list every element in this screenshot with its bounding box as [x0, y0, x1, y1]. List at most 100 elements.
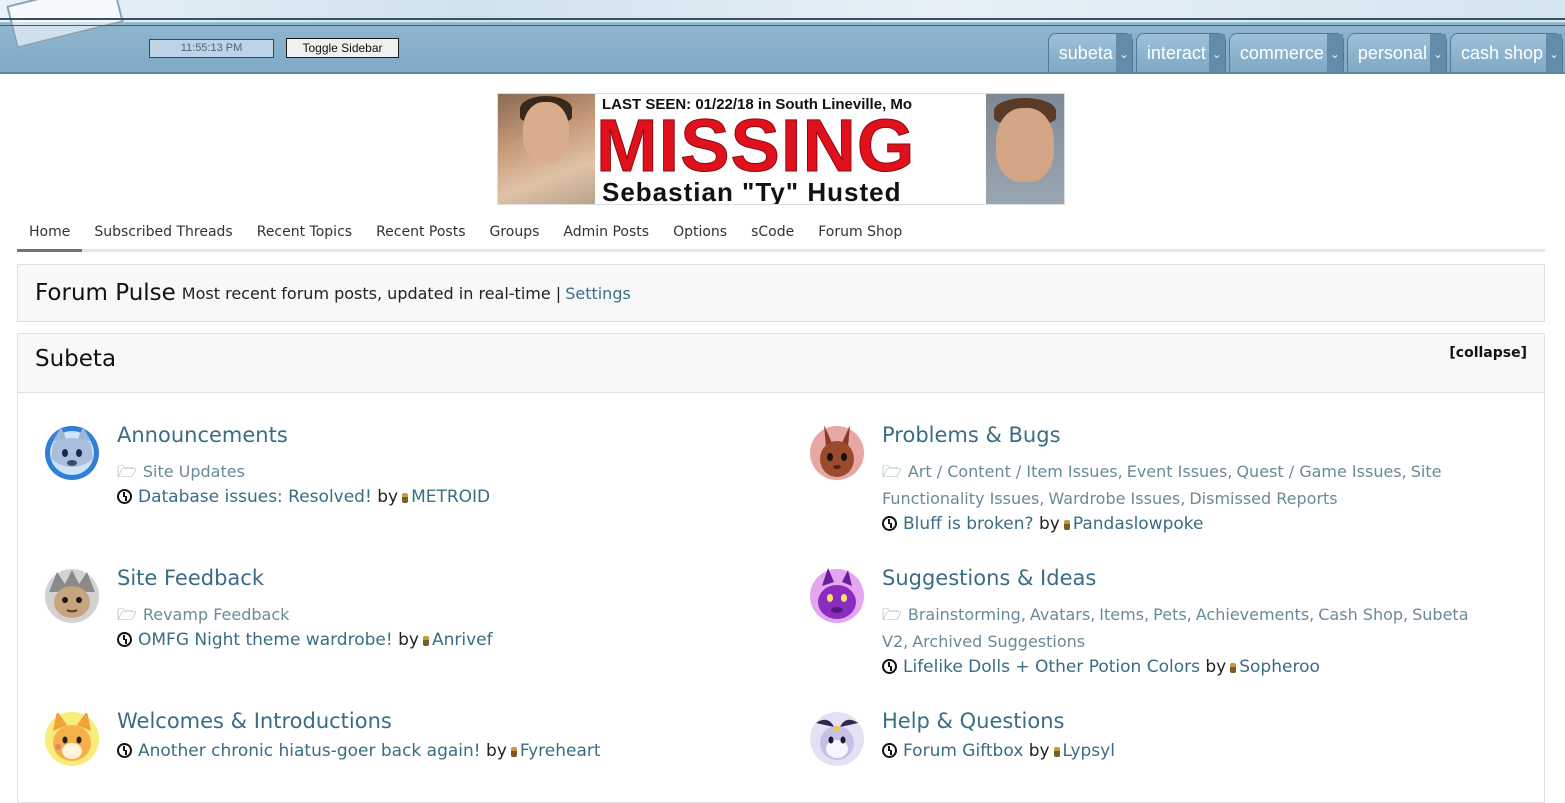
tab-forum-shop[interactable]: Forum Shop	[806, 218, 914, 249]
fox-avatar-icon[interactable]	[43, 709, 101, 767]
forum-title[interactable]: Site Feedback	[117, 566, 264, 590]
by-label: by	[1205, 657, 1227, 677]
subforum-link[interactable]: Revamp Feedback	[143, 605, 290, 624]
last-post: Database issues: Resolved! by METROID	[117, 487, 490, 507]
chevron-down-icon[interactable]: ⌄	[1546, 34, 1562, 72]
tab-scode[interactable]: sCode	[739, 218, 806, 249]
forum-welcomes-introductions: Welcomes & Introductions Another chronic…	[43, 709, 743, 789]
nav-interact[interactable]: interact ⌄	[1135, 33, 1226, 72]
subforum-link[interactable]: Cash Shop	[1318, 605, 1403, 624]
forum-pulse-settings-link[interactable]: Settings	[565, 284, 631, 303]
missing-person-banner[interactable]: LAST SEEN: 01/22/18 in South Lineville, …	[497, 93, 1065, 205]
nav-commerce[interactable]: commerce ⌄	[1228, 33, 1344, 72]
nav-commerce-label: commerce	[1239, 42, 1324, 63]
subforum-link[interactable]: Achievements	[1196, 605, 1309, 624]
username-link[interactable]: Sopheroo	[1239, 657, 1320, 677]
user-icon	[1053, 747, 1060, 757]
username-link[interactable]: Anrivef	[432, 630, 493, 650]
subforum-link[interactable]: Brainstorming	[908, 605, 1021, 624]
banner-name: Sebastian "Ty" Husted	[602, 177, 902, 205]
header-divider	[0, 18, 1565, 20]
username-link[interactable]: METROID	[411, 487, 490, 507]
chevron-down-icon[interactable]: ⌄	[1326, 34, 1343, 72]
clock-icon	[882, 743, 897, 758]
subforum-link[interactable]: Art / Content / Item Issues	[908, 462, 1118, 481]
last-post-link[interactable]: Another chronic hiatus-goer back again!	[138, 741, 481, 761]
subforum-list: 🗁 Site Updates	[117, 458, 245, 485]
last-post: Lifelike Dolls + Other Potion Colors by S…	[882, 657, 1320, 677]
clock-icon	[117, 632, 132, 647]
creature-avatar-icon[interactable]	[808, 709, 866, 767]
by-label: by	[377, 487, 399, 507]
chevron-down-icon[interactable]: ⌄	[1429, 34, 1446, 72]
subforum-link[interactable]: Avatars	[1030, 605, 1090, 624]
forum-announcements: Announcements 🗁 Site Updates Database iss…	[43, 423, 743, 523]
by-label: by	[486, 741, 507, 761]
site-header: 11:55:13 PM Toggle Sidebar subeta ⌄ inter…	[0, 0, 1565, 74]
nav-subeta[interactable]: subeta ⌄	[1047, 33, 1133, 72]
subforum-link[interactable]: Pets	[1153, 605, 1187, 624]
clock-icon	[117, 489, 132, 504]
banner-photo-right	[986, 94, 1064, 204]
tab-options[interactable]: Options	[661, 218, 739, 249]
forum-title[interactable]: Welcomes & Introductions	[117, 709, 392, 733]
tab-recent-posts[interactable]: Recent Posts	[364, 218, 477, 249]
username-link[interactable]: Lypsyl	[1063, 741, 1115, 761]
hedgehog-avatar-icon[interactable]	[43, 566, 101, 624]
tab-home[interactable]: Home	[17, 218, 83, 252]
toggle-sidebar-button[interactable]: Toggle Sidebar	[286, 38, 399, 58]
last-post-link[interactable]: OMFG Night theme wardrobe!	[138, 630, 393, 650]
nav-cash-shop[interactable]: cash shop ⌄	[1449, 33, 1563, 72]
forum-suggestions-ideas: Suggestions & Ideas 🗁 Brainstorming, Avata…	[808, 566, 1528, 686]
nav-subeta-label: subeta	[1058, 42, 1113, 63]
forum-pulse-description: Most recent forum posts, updated in real…	[181, 283, 562, 303]
user-icon	[1063, 520, 1070, 530]
user-icon	[402, 493, 409, 503]
subforum-list: 🗁 Revamp Feedback	[117, 601, 289, 628]
subforum-link[interactable]: Event Issues	[1127, 462, 1228, 481]
last-post: Bluff is broken? by Pandaslowpoke	[882, 514, 1204, 534]
dragon-avatar-icon[interactable]	[808, 566, 866, 624]
folder-icon: 🗁	[117, 462, 137, 481]
rabbit-avatar-icon[interactable]	[808, 423, 866, 481]
tab-admin-posts[interactable]: Admin Posts	[551, 218, 661, 249]
last-post: Forum Giftbox by Lypsyl	[882, 741, 1115, 761]
subforum-link[interactable]: Dismissed Reports	[1189, 489, 1337, 508]
subforum-link[interactable]: Site Updates	[143, 462, 245, 481]
nav-personal-label: personal	[1357, 42, 1427, 63]
forum-site-feedback: Site Feedback 🗁 Revamp Feedback OMFG Nigh…	[43, 566, 743, 666]
folder-icon: 🗁	[882, 462, 902, 481]
header-divider-2	[0, 25, 1565, 26]
subeta-section: Subeta [collapse] Announcements 🗁 Site Up…	[17, 333, 1545, 803]
subforum-link[interactable]: Items	[1099, 605, 1144, 624]
last-post-link[interactable]: Bluff is broken?	[903, 514, 1034, 534]
folder-icon: 🗁	[117, 605, 137, 624]
subforum-list: 🗁 Art / Content / Item Issues, Event Issue…	[882, 458, 1522, 512]
chevron-down-icon[interactable]: ⌄	[1208, 34, 1225, 72]
username-link[interactable]: Fyreheart	[520, 741, 601, 761]
tab-groups[interactable]: Groups	[477, 218, 551, 249]
last-post-link[interactable]: Lifelike Dolls + Other Potion Colors	[903, 657, 1200, 677]
banner-photo-left	[498, 94, 595, 204]
collapse-button[interactable]: [collapse]	[1449, 345, 1527, 361]
tab-subscribed-threads[interactable]: Subscribed Threads	[82, 218, 244, 249]
forum-title[interactable]: Problems & Bugs	[882, 423, 1061, 447]
clock-display: 11:55:13 PM	[149, 39, 274, 58]
forum-help-questions: Help & Questions Forum Giftbox by Lypsyl	[808, 709, 1528, 789]
subforum-link[interactable]: Wardrobe Issues	[1048, 489, 1180, 508]
forum-title[interactable]: Announcements	[117, 423, 288, 447]
last-post-link[interactable]: Database issues: Resolved!	[138, 487, 372, 507]
wolf-avatar-icon[interactable]	[43, 423, 101, 481]
username-link[interactable]: Pandaslowpoke	[1073, 514, 1204, 534]
chevron-down-icon[interactable]: ⌄	[1115, 34, 1132, 72]
clock-icon	[117, 743, 132, 758]
last-post-link[interactable]: Forum Giftbox	[903, 741, 1023, 761]
nav-interact-label: interact	[1146, 42, 1206, 63]
nav-personal[interactable]: personal ⌄	[1346, 33, 1447, 72]
user-icon	[422, 636, 429, 646]
forum-title[interactable]: Help & Questions	[882, 709, 1064, 733]
subforum-link[interactable]: Quest / Game Issues	[1236, 462, 1401, 481]
forum-title[interactable]: Suggestions & Ideas	[882, 566, 1096, 590]
tab-recent-topics[interactable]: Recent Topics	[245, 218, 364, 249]
subforum-link[interactable]: Archived Suggestions	[912, 632, 1085, 651]
